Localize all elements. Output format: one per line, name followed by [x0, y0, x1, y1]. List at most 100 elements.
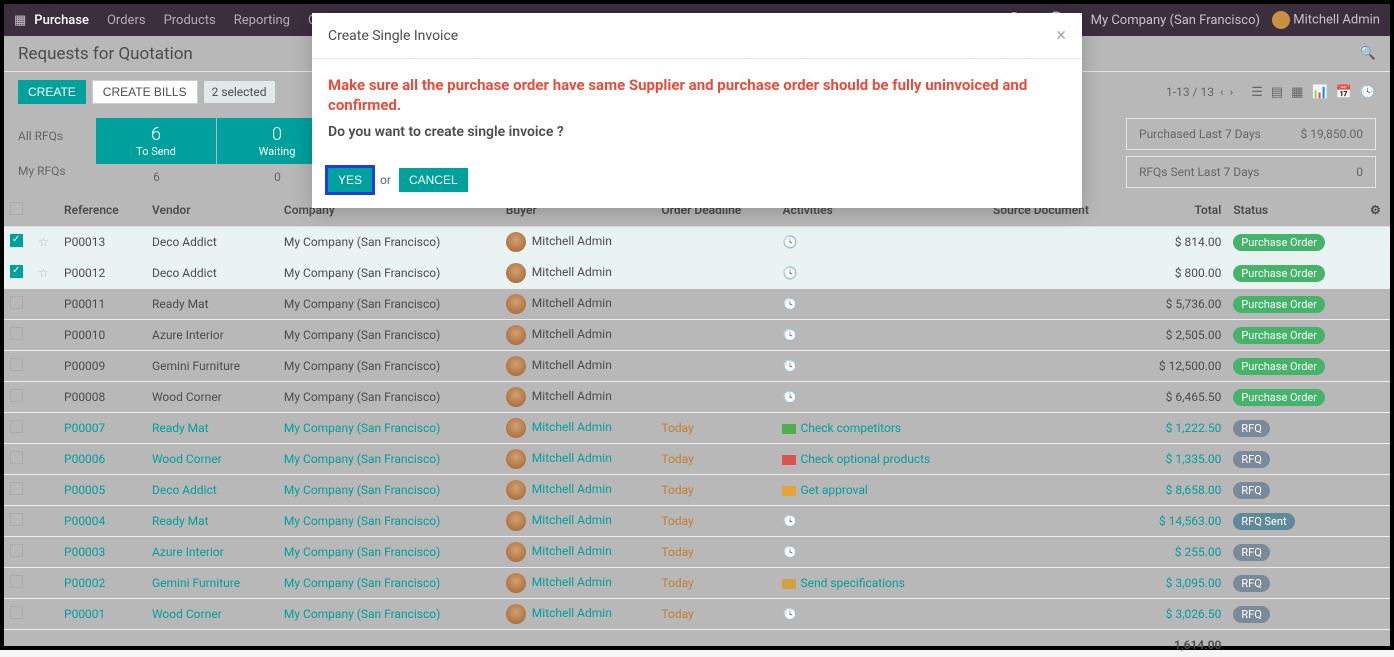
reference-cell[interactable]: P00007 — [64, 421, 105, 435]
star-icon[interactable]: ☆ — [38, 452, 49, 466]
vendor-cell[interactable]: Deco Addict — [152, 266, 217, 280]
clock-icon[interactable]: 🕓 — [782, 607, 797, 621]
col-vendor[interactable]: Vendor — [146, 194, 278, 227]
row-checkbox[interactable] — [10, 513, 23, 526]
row-checkbox[interactable] — [10, 358, 23, 371]
row-checkbox[interactable] — [10, 389, 23, 402]
create-button[interactable]: CREATE — [18, 80, 86, 104]
row-checkbox[interactable] — [10, 420, 23, 433]
pager-prev-icon[interactable]: ‹ — [1220, 85, 1224, 99]
col-total[interactable]: Total — [1129, 194, 1227, 227]
apps-icon[interactable]: ▦ — [14, 13, 26, 28]
vendor-cell[interactable]: Gemini Furniture — [152, 576, 240, 590]
row-checkbox[interactable] — [10, 327, 23, 340]
star-icon[interactable]: ☆ — [38, 545, 49, 559]
reference-cell[interactable]: P00001 — [64, 607, 105, 621]
clock-icon[interactable]: 🕓 — [782, 514, 797, 528]
vendor-cell[interactable]: Deco Addict — [152, 235, 217, 249]
clock-icon[interactable]: 🕓 — [782, 390, 797, 404]
vendor-cell[interactable]: Gemini Furniture — [152, 359, 240, 373]
buyer-cell[interactable]: Mitchell Admin — [532, 234, 612, 248]
yes-button[interactable]: YES — [328, 168, 372, 192]
table-row[interactable]: ☆ P00001 Wood Corner My Company (San Fra… — [4, 599, 1390, 630]
vendor-cell[interactable]: Wood Corner — [152, 390, 222, 404]
star-icon[interactable]: ☆ — [38, 390, 49, 404]
star-icon[interactable]: ☆ — [38, 328, 49, 342]
col-reference[interactable]: Reference — [58, 194, 146, 227]
buyer-cell[interactable]: Mitchell Admin — [532, 389, 612, 403]
table-row[interactable]: ☆ P00013 Deco Addict My Company (San Fra… — [4, 227, 1390, 258]
reference-cell[interactable]: P00012 — [64, 266, 105, 280]
table-row[interactable]: ☆ P00006 Wood Corner My Company (San Fra… — [4, 444, 1390, 475]
table-row[interactable]: ☆ P00009 Gemini Furniture My Company (Sa… — [4, 351, 1390, 382]
clock-icon[interactable]: 🕓 — [782, 328, 797, 342]
clock-icon[interactable]: 🕓 — [782, 545, 797, 559]
star-icon[interactable]: ☆ — [38, 483, 49, 497]
buyer-cell[interactable]: Mitchell Admin — [532, 296, 612, 310]
company-cell[interactable]: My Company (San Francisco) — [284, 607, 440, 621]
activity-view-icon[interactable]: 🕓 — [1360, 85, 1376, 100]
clock-icon[interactable]: 🕓 — [782, 235, 797, 249]
clock-icon[interactable]: 🕓 — [782, 266, 797, 280]
buyer-cell[interactable]: Mitchell Admin — [532, 327, 612, 341]
row-checkbox[interactable] — [10, 482, 23, 495]
menu-orders[interactable]: Orders — [107, 13, 146, 28]
reference-cell[interactable]: P00003 — [64, 545, 105, 559]
buyer-cell[interactable]: Mitchell Admin — [532, 575, 612, 589]
reference-cell[interactable]: P00011 — [64, 297, 105, 311]
company-cell[interactable]: My Company (San Francisco) — [284, 514, 440, 528]
vendor-cell[interactable]: Azure Interior — [152, 328, 224, 342]
star-icon[interactable]: ☆ — [38, 514, 49, 528]
table-row[interactable]: ☆ P00002 Gemini Furniture My Company (Sa… — [4, 568, 1390, 599]
close-icon[interactable]: × — [1056, 25, 1066, 46]
company-cell[interactable]: My Company (San Francisco) — [284, 576, 440, 590]
star-icon[interactable]: ☆ — [38, 266, 49, 280]
company-cell[interactable]: My Company (San Francisco) — [284, 359, 440, 373]
kanban-view-icon[interactable]: ▤ — [1271, 85, 1283, 100]
columns-config-icon[interactable]: ⚙ — [1370, 203, 1381, 217]
menu-reporting[interactable]: Reporting — [234, 13, 290, 28]
select-all-checkbox[interactable] — [10, 202, 23, 215]
kpi-to-send[interactable]: 6 To Send — [96, 118, 216, 164]
user-menu[interactable]: Mitchell Admin — [1272, 11, 1380, 29]
list-view-icon[interactable]: ☰ — [1251, 85, 1263, 100]
reference-cell[interactable]: P00008 — [64, 390, 105, 404]
buyer-cell[interactable]: Mitchell Admin — [532, 606, 612, 620]
row-checkbox[interactable] — [10, 451, 23, 464]
clock-icon[interactable]: 🕓 — [782, 359, 797, 373]
vendor-cell[interactable]: Ready Mat — [152, 297, 209, 311]
pivot-view-icon[interactable]: ▦ — [1291, 85, 1303, 100]
star-icon[interactable]: ☆ — [38, 576, 49, 590]
buyer-cell[interactable]: Mitchell Admin — [532, 358, 612, 372]
row-checkbox[interactable] — [10, 606, 23, 619]
table-row[interactable]: ☆ P00008 Wood Corner My Company (San Fra… — [4, 382, 1390, 413]
reference-cell[interactable]: P00013 — [64, 235, 105, 249]
buyer-cell[interactable]: Mitchell Admin — [532, 482, 612, 496]
table-row[interactable]: ☆ P00003 Azure Interior My Company (San … — [4, 537, 1390, 568]
table-row[interactable]: ☆ P00005 Deco Addict My Company (San Fra… — [4, 475, 1390, 506]
buyer-cell[interactable]: Mitchell Admin — [532, 265, 612, 279]
reference-cell[interactable]: P00005 — [64, 483, 105, 497]
company-cell[interactable]: My Company (San Francisco) — [284, 452, 440, 466]
star-icon[interactable]: ☆ — [38, 607, 49, 621]
company-cell[interactable]: My Company (San Francisco) — [284, 297, 440, 311]
table-row[interactable]: ☆ P00010 Azure Interior My Company (San … — [4, 320, 1390, 351]
company-cell[interactable]: My Company (San Francisco) — [284, 483, 440, 497]
cancel-button[interactable]: CANCEL — [399, 168, 468, 192]
reference-cell[interactable]: P00010 — [64, 328, 105, 342]
company-cell[interactable]: My Company (San Francisco) — [284, 328, 440, 342]
table-row[interactable]: ☆ P00004 Ready Mat My Company (San Franc… — [4, 506, 1390, 537]
buyer-cell[interactable]: Mitchell Admin — [532, 513, 612, 527]
activity-link[interactable]: Check optional products — [800, 452, 930, 466]
company-name[interactable]: My Company (San Francisco) — [1091, 13, 1260, 28]
calendar-view-icon[interactable]: 📅 — [1336, 85, 1352, 100]
reference-cell[interactable]: P00009 — [64, 359, 105, 373]
reference-cell[interactable]: P00002 — [64, 576, 105, 590]
company-cell[interactable]: My Company (San Francisco) — [284, 266, 440, 280]
col-status[interactable]: Status — [1227, 194, 1364, 227]
table-row[interactable]: ☆ P00011 Ready Mat My Company (San Franc… — [4, 289, 1390, 320]
buyer-cell[interactable]: Mitchell Admin — [532, 420, 612, 434]
all-rfqs-label[interactable]: All RFQs — [18, 129, 96, 143]
activity-link[interactable]: Send specifications — [800, 576, 904, 590]
row-checkbox[interactable] — [10, 265, 23, 278]
